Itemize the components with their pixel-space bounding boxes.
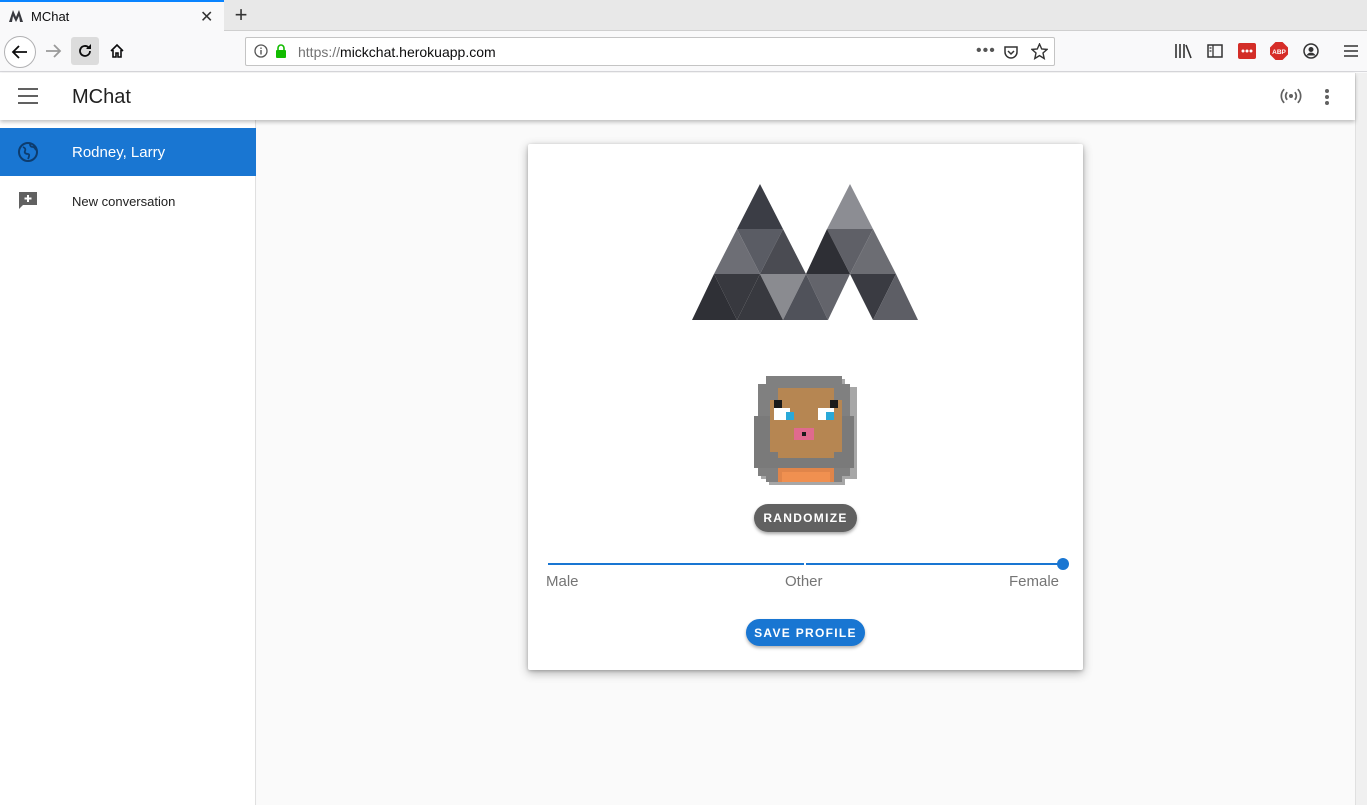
url-host: mickchat.herokuapp.com xyxy=(340,44,496,60)
tab-close-icon[interactable]: ✕ xyxy=(200,7,213,27)
forward-arrow-icon xyxy=(46,44,62,58)
lock-icon[interactable] xyxy=(275,44,287,58)
globe-icon xyxy=(18,142,38,162)
avatar xyxy=(754,376,857,485)
reload-button[interactable] xyxy=(71,37,99,65)
svg-text:ABP: ABP xyxy=(1272,49,1286,56)
forward-button[interactable] xyxy=(40,38,66,64)
home-button[interactable] xyxy=(104,38,130,64)
menu-icon[interactable] xyxy=(18,88,38,104)
slider-label-other[interactable]: Other xyxy=(785,573,823,590)
save-profile-button[interactable]: SAVE PROFILE xyxy=(746,619,865,646)
more-options-icon[interactable] xyxy=(1318,86,1336,108)
sidebar-item-new-conversation[interactable]: New conversation xyxy=(0,178,256,226)
browser-toolbar: https://mickchat.herokuapp.com ••• ABP xyxy=(0,31,1367,72)
new-tab-button[interactable]: + xyxy=(230,2,252,28)
mchat-favicon-icon xyxy=(9,10,23,22)
gender-slider[interactable] xyxy=(548,557,1069,571)
adblock-plus-icon[interactable]: ABP xyxy=(1269,41,1289,61)
sidebar-toggle-icon[interactable] xyxy=(1205,41,1225,61)
url-scheme: https:// xyxy=(298,44,341,60)
page-scrollbar[interactable] xyxy=(1355,73,1367,805)
sidebar-item-label: Rodney, Larry xyxy=(72,144,166,161)
password-manager-extension-icon[interactable] xyxy=(1237,41,1257,61)
account-icon[interactable] xyxy=(1301,41,1321,61)
url-bar[interactable]: https://mickchat.herokuapp.com ••• xyxy=(245,37,1055,66)
slider-thumb[interactable] xyxy=(1057,558,1069,570)
sidebar-item-label: New conversation xyxy=(72,194,176,209)
info-icon[interactable] xyxy=(254,44,268,58)
browser-menu-icon[interactable] xyxy=(1341,41,1361,61)
mchat-logo xyxy=(692,184,918,320)
slider-track[interactable] xyxy=(548,563,1064,565)
back-arrow-icon xyxy=(11,45,27,59)
url-text[interactable]: https://mickchat.herokuapp.com xyxy=(298,44,496,60)
home-icon xyxy=(110,43,124,58)
slider-label-male[interactable]: Male xyxy=(546,573,579,590)
reload-icon xyxy=(79,44,91,57)
tab-title: MChat xyxy=(31,9,70,24)
randomize-button[interactable]: RANDOMIZE xyxy=(754,504,857,532)
library-icon[interactable] xyxy=(1173,41,1193,61)
slider-tick xyxy=(804,562,806,566)
page-title: MChat xyxy=(72,86,131,108)
conversation-sidebar: Rodney, Larry New conversation xyxy=(0,120,256,805)
page-actions-menu-icon[interactable]: ••• xyxy=(976,42,996,60)
slider-label-female[interactable]: Female xyxy=(1009,573,1059,590)
broadcast-icon[interactable] xyxy=(1280,87,1302,105)
sidebar-item-conversation[interactable]: Rodney, Larry xyxy=(0,128,256,176)
app-header: MChat xyxy=(0,73,1355,120)
back-button[interactable] xyxy=(4,36,36,68)
browser-tab-strip: MChat ✕ + xyxy=(0,0,1367,31)
bookmark-star-icon[interactable] xyxy=(1031,43,1048,60)
profile-card: RANDOMIZE Male Other Female SAVE PROFILE xyxy=(528,144,1083,670)
pocket-icon[interactable] xyxy=(1003,44,1019,60)
add-comment-icon xyxy=(19,192,37,209)
browser-tab[interactable]: MChat ✕ xyxy=(0,0,224,31)
